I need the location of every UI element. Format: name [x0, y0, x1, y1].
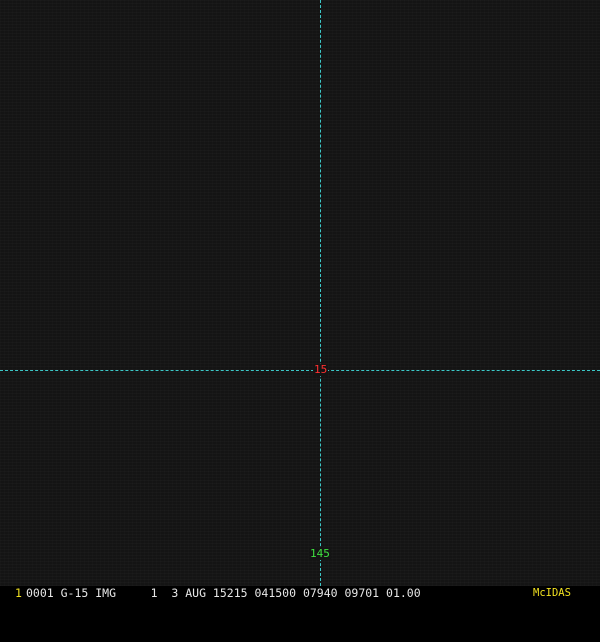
latitude-label: 15: [313, 363, 329, 376]
latitude-grid-line: [0, 370, 600, 371]
frame-number[interactable]: 1: [15, 586, 22, 600]
image-info-text: 0001 G-15 IMG 1 3 AUG 15215 041500 07940…: [26, 586, 421, 600]
satellite-image-display[interactable]: 15 145: [0, 0, 600, 586]
longitude-label: 145: [309, 547, 331, 560]
longitude-grid-line: [320, 0, 321, 586]
mcidas-brand-label: McIDAS: [533, 587, 571, 599]
frame-status-bar: 1 0001 G-15 IMG 1 3 AUG 15215 041500 079…: [0, 586, 600, 600]
